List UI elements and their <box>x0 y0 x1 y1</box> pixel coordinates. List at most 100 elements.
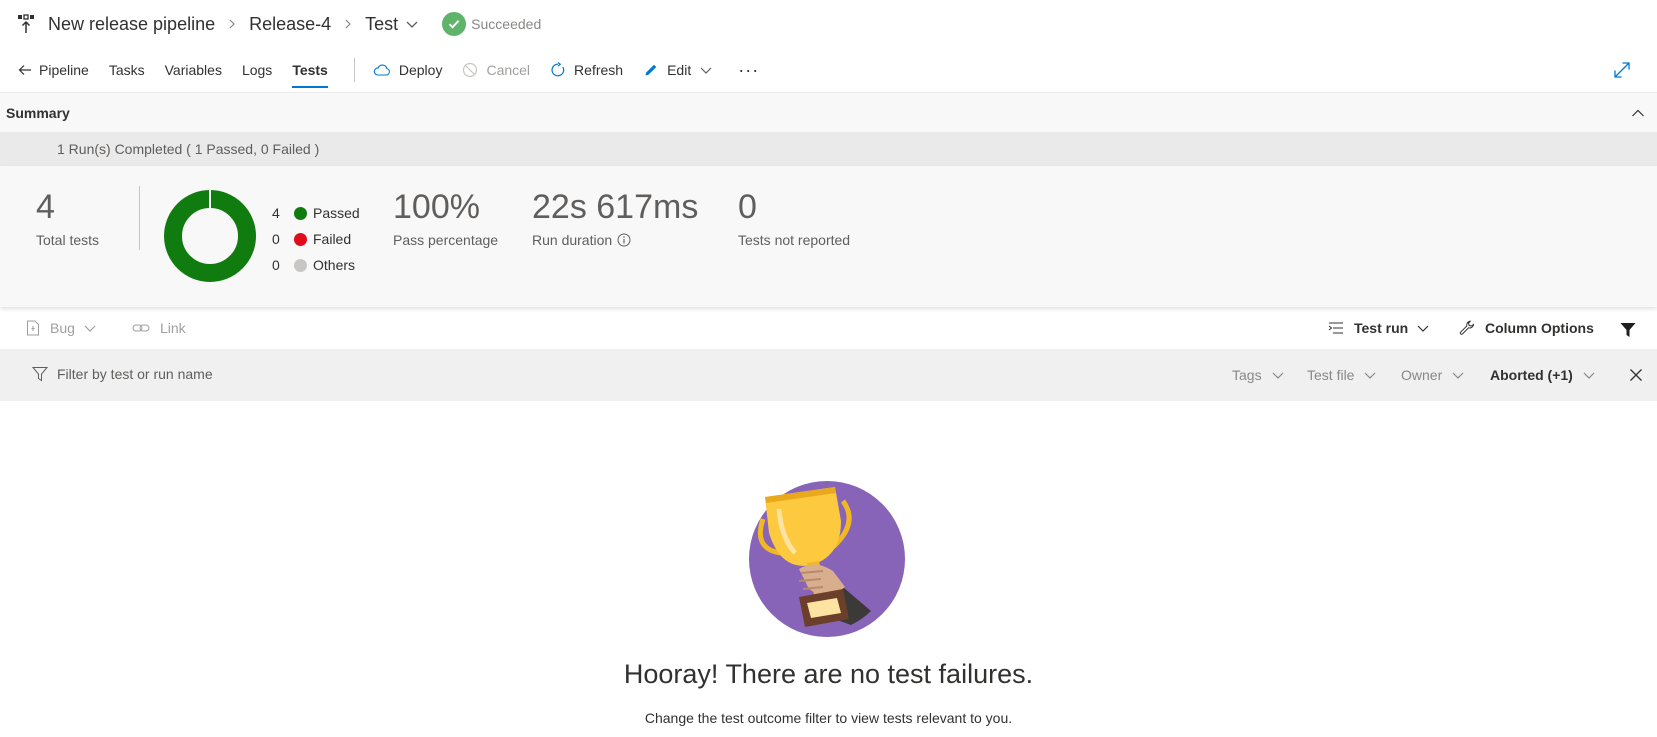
bug-icon <box>27 320 39 336</box>
bug-button[interactable]: Bug <box>26 320 106 336</box>
chevron-up-icon[interactable] <box>1631 106 1645 120</box>
filter-toggle-icon[interactable] <box>1620 322 1636 338</box>
arrow-left-icon <box>18 65 31 75</box>
chevron-down-icon <box>1417 325 1429 332</box>
filter-bar: Filter by test or run name Tags Test fil… <box>0 349 1657 401</box>
status-badge: Succeeded <box>442 12 541 36</box>
expand-icon[interactable] <box>1613 61 1631 79</box>
list-icon <box>1328 322 1343 334</box>
metric-divider <box>139 186 140 250</box>
tab-logs[interactable]: Logs <box>242 48 272 92</box>
status-text: Succeeded <box>471 16 542 32</box>
bug-label: Bug <box>50 320 75 336</box>
close-icon[interactable] <box>1629 368 1643 382</box>
success-check-icon <box>442 12 467 36</box>
cancel-circle-icon <box>463 62 478 78</box>
total-tests-label: Total tests <box>36 232 100 248</box>
tab-tasks[interactable]: Tasks <box>109 48 145 92</box>
total-tests-value: 4 <box>36 188 55 226</box>
cancel-label: Cancel <box>486 62 531 78</box>
breadcrumb-release[interactable]: Release-4 <box>249 14 331 35</box>
chevron-right-icon <box>229 19 235 29</box>
toolbar-divider <box>353 58 355 82</box>
tab-tests[interactable]: Tests <box>292 48 328 92</box>
edit-label: Edit <box>667 62 692 78</box>
column-options-button[interactable]: Column Options <box>1459 320 1594 336</box>
passed-label: Passed <box>313 205 360 221</box>
more-actions-button[interactable]: ··· <box>738 60 759 81</box>
others-dot <box>294 258 307 272</box>
tests-not-reported-value: 0 <box>738 188 757 226</box>
chevron-down-icon <box>1452 372 1464 379</box>
tab-label: Tests <box>292 62 328 78</box>
test-run-dropdown[interactable]: Test run <box>1328 320 1439 336</box>
tests-not-reported-label: Tests not reported <box>738 232 851 248</box>
wrench-icon <box>1459 320 1475 335</box>
filter-icon <box>32 367 48 382</box>
cancel-button[interactable]: Cancel <box>462 62 530 78</box>
release-pipeline-icon <box>18 14 34 33</box>
link-label: Link <box>160 320 186 336</box>
run-duration-label-row: Run duration <box>532 232 698 248</box>
failed-count: 0 <box>272 231 280 247</box>
refresh-label: Refresh <box>574 62 624 78</box>
chevron-right-icon <box>345 19 352 29</box>
empty-state-title: Hooray! There are no test failures. <box>623 659 1034 689</box>
summary-header[interactable]: Summary <box>0 92 1657 132</box>
run-duration-label: Run duration <box>532 232 613 248</box>
failed-label: Failed <box>313 231 352 247</box>
total-tests-metric: 4 Total tests <box>36 186 99 248</box>
legend-passed: 4 Passed <box>272 200 360 226</box>
chevron-down-icon[interactable] <box>406 18 418 30</box>
passed-dot <box>294 206 307 220</box>
outcome-filter[interactable]: Aborted (+1) <box>1490 367 1595 383</box>
cloud-icon <box>373 64 390 76</box>
release-toolbar: Pipeline Tasks Variables Logs Tests Depl… <box>0 48 1657 92</box>
chevron-down-icon <box>1272 372 1284 379</box>
tags-label: Tags <box>1232 367 1262 383</box>
chevron-down-icon <box>700 67 712 74</box>
filter-search[interactable]: Filter by test or run name <box>32 366 213 382</box>
column-options-label: Column Options <box>1485 320 1594 336</box>
runs-completed-text: 1 Run(s) Completed ( 1 Passed, 0 Failed … <box>57 141 320 157</box>
pass-percentage-value: 100% <box>393 188 480 226</box>
pass-percentage-metric: 100% Pass percentage <box>393 186 498 248</box>
refresh-icon <box>551 62 565 77</box>
run-duration-metric: 22s 617ms Run duration <box>532 186 698 248</box>
test-run-label: Test run <box>1354 320 1409 336</box>
runs-completed-bar: 1 Run(s) Completed ( 1 Passed, 0 Failed … <box>0 132 1657 166</box>
info-icon[interactable] <box>617 233 631 247</box>
passed-count: 4 <box>272 205 280 221</box>
outcome-legend: 4 Passed 0 Failed 0 Others <box>272 200 360 278</box>
edit-button[interactable]: Edit <box>643 62 712 78</box>
deploy-button[interactable]: Deploy <box>373 62 442 78</box>
summary-title: Summary <box>6 104 70 121</box>
link-button[interactable]: Link <box>132 320 186 336</box>
pencil-icon <box>645 64 657 76</box>
tab-label: Pipeline <box>39 62 89 78</box>
outcome-label: Aborted (+1) <box>1490 367 1573 383</box>
tab-variables[interactable]: Variables <box>165 48 222 92</box>
tests-not-reported-metric: 0 Tests not reported <box>738 186 850 248</box>
test-file-label: Test file <box>1307 367 1355 383</box>
owner-label: Owner <box>1401 367 1443 383</box>
others-count: 0 <box>272 257 280 273</box>
trophy-illustration <box>749 481 905 637</box>
tab-label: Variables <box>164 62 222 78</box>
chevron-down-icon <box>1583 372 1595 379</box>
test-file-filter[interactable]: Test file <box>1307 367 1376 383</box>
tab-pipeline[interactable]: Pipeline <box>18 48 89 92</box>
tab-label: Logs <box>241 62 273 78</box>
tags-filter[interactable]: Tags <box>1232 367 1284 383</box>
breadcrumb-pipeline[interactable]: New release pipeline <box>48 14 215 35</box>
summary-panel: 4 Total tests 4 Passed 0 Failed 0 Others… <box>0 166 1657 307</box>
pass-percentage-label: Pass percentage <box>393 232 499 248</box>
filter-placeholder: Filter by test or run name <box>57 366 213 382</box>
owner-filter[interactable]: Owner <box>1401 367 1464 383</box>
refresh-button[interactable]: Refresh <box>550 62 623 78</box>
run-duration-value: 22s 617ms <box>532 188 699 226</box>
chevron-down-icon <box>1365 372 1376 379</box>
chevron-down-icon <box>84 325 96 332</box>
release-header: New release pipeline Release-4 Test Succ… <box>0 0 1657 48</box>
breadcrumb-stage[interactable]: Test <box>365 14 398 35</box>
